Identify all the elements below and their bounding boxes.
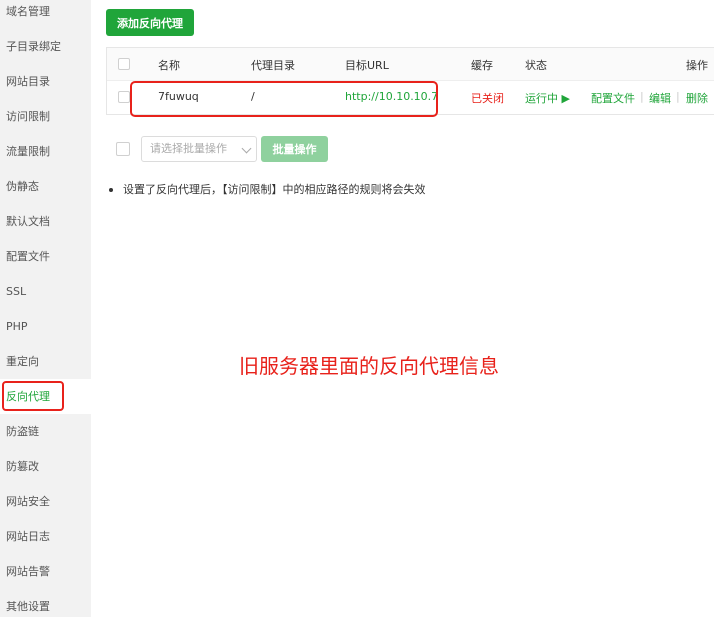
info-note-text: 设置了反向代理后，【访问限制】中的相应路径的规则将会失效 (123, 183, 426, 196)
row-cache-toggle[interactable]: 已关闭 (471, 90, 504, 106)
row-name: 7fuwuq (158, 90, 199, 103)
header-target-url: 目标URL (345, 59, 389, 72)
sidebar-item-site-alerts[interactable]: 网站告警 (0, 554, 91, 589)
sidebar-item-php[interactable]: PHP (0, 309, 91, 344)
sidebar: 域名管理 子目录绑定 网站目录 访问限制 流量限制 伪静态 默认文档 配置文件 … (0, 0, 91, 617)
action-separator: | (640, 90, 644, 103)
proxy-table: 名称 代理目录 目标URL 缓存 状态 操作 7fuwuq / http://1… (106, 47, 714, 115)
header-name: 名称 (158, 59, 180, 72)
sidebar-item-config-file[interactable]: 配置文件 (0, 239, 91, 274)
header-actions: 操作 (686, 59, 708, 72)
sidebar-item-ssl[interactable]: SSL (0, 274, 91, 309)
batch-select-checkbox[interactable] (116, 142, 130, 156)
chevron-down-icon (241, 143, 252, 154)
select-all-checkbox[interactable] (118, 58, 130, 70)
sidebar-item-default-doc[interactable]: 默认文档 (0, 204, 91, 239)
sidebar-item-other-settings[interactable]: 其他设置 (0, 589, 91, 624)
sidebar-item-subdirectory[interactable]: 子目录绑定 (0, 29, 91, 64)
sidebar-item-domain[interactable]: 域名管理 (0, 0, 91, 29)
row-proxy-dir: / (251, 90, 255, 103)
sidebar-item-tamper-proof[interactable]: 防篡改 (0, 449, 91, 484)
row-edit-link[interactable]: 编辑 (649, 90, 671, 106)
row-target-url: http://10.10.10.7 (345, 90, 439, 103)
row-config-file-link[interactable]: 配置文件 (591, 90, 635, 106)
bullet-icon (109, 188, 113, 192)
header-status: 状态 (525, 59, 547, 72)
sidebar-item-reverse-proxy[interactable]: 反向代理 (0, 379, 91, 414)
batch-operation-select[interactable]: 请选择批量操作 (141, 136, 257, 162)
batch-select-placeholder: 请选择批量操作 (150, 142, 227, 155)
row-delete-link[interactable]: 删除 (686, 90, 708, 106)
action-separator: | (676, 90, 680, 103)
sidebar-item-traffic-limit[interactable]: 流量限制 (0, 134, 91, 169)
header-proxy-dir: 代理目录 (251, 59, 295, 72)
sidebar-item-site-security[interactable]: 网站安全 (0, 484, 91, 519)
main-panel: 添加反向代理 名称 代理目录 目标URL 缓存 状态 操作 7fuwuq / h… (91, 0, 714, 617)
sidebar-item-redirect[interactable]: 重定向 (0, 344, 91, 379)
sidebar-item-access-limit[interactable]: 访问限制 (0, 99, 91, 134)
batch-operation-button[interactable]: 批量操作 (261, 136, 328, 162)
row-status-toggle[interactable]: 运行中 ▶ (525, 90, 570, 106)
header-cache: 缓存 (471, 59, 493, 72)
annotation-text: 旧服务器里面的反向代理信息 (239, 354, 499, 378)
sidebar-item-rewrite[interactable]: 伪静态 (0, 169, 91, 204)
sidebar-item-site-logs[interactable]: 网站日志 (0, 519, 91, 554)
table-header: 名称 代理目录 目标URL 缓存 状态 操作 (107, 48, 714, 81)
sidebar-item-hotlink[interactable]: 防盗链 (0, 414, 91, 449)
info-note: 设置了反向代理后，【访问限制】中的相应路径的规则将会失效 (109, 181, 426, 197)
sidebar-item-site-directory[interactable]: 网站目录 (0, 64, 91, 99)
add-reverse-proxy-button[interactable]: 添加反向代理 (106, 9, 194, 36)
row-checkbox[interactable] (118, 91, 130, 103)
